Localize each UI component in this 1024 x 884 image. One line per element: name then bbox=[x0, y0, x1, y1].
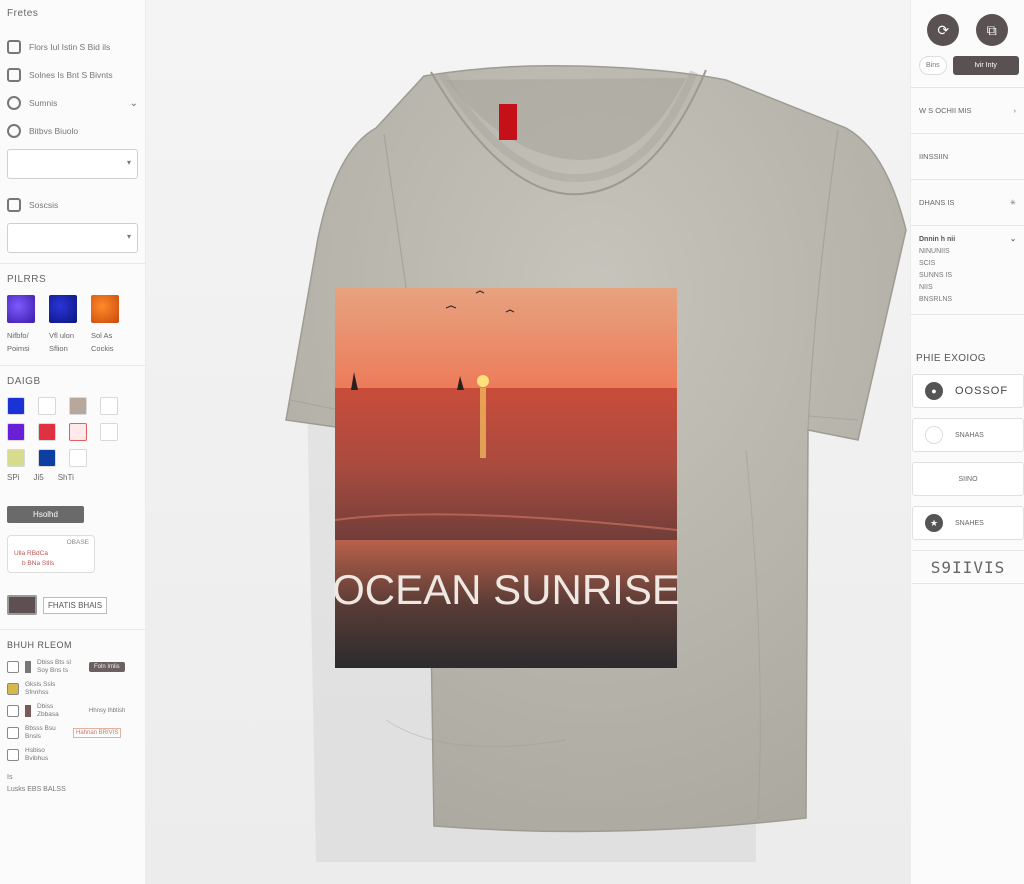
footer-text-1: Is bbox=[7, 774, 13, 781]
color-swatch-grid bbox=[7, 397, 138, 467]
caret-down-icon: ▾ bbox=[126, 232, 131, 241]
pattern-swatch-3[interactable] bbox=[91, 295, 119, 323]
right-row-3[interactable]: DHANS IS ✳ bbox=[911, 179, 1024, 225]
globe-icon bbox=[7, 96, 21, 110]
list-item[interactable]: SUNNS IS bbox=[919, 270, 1016, 282]
list-item[interactable]: NINUNIIS bbox=[919, 246, 1016, 258]
list-item[interactable]: BNSRLNS bbox=[919, 294, 1016, 306]
list-icon bbox=[7, 68, 21, 82]
layer-row[interactable]: Bbsss Bsu Bnsls Hahnan BRIVIS bbox=[7, 722, 138, 744]
layer-row[interactable]: Hsbiso Bvibhus bbox=[7, 744, 138, 766]
pattern-label-2: Vfl ulon Sflion bbox=[49, 331, 75, 353]
chip-label[interactable]: FHATIS BHAIS bbox=[43, 596, 108, 614]
total-price: S9IIVIS bbox=[912, 550, 1024, 584]
chevron-right-icon: › bbox=[1013, 106, 1017, 115]
swatch-label-3: ShTi bbox=[57, 473, 74, 482]
grid-icon bbox=[7, 198, 21, 212]
layers-title: BHUH RLEOM bbox=[7, 640, 73, 650]
color-swatch[interactable] bbox=[38, 449, 56, 467]
options-list[interactable]: Dnnin h nii ⌄ NINUNIIS SCIS SUNNS IS NIIS… bbox=[911, 225, 1024, 315]
refresh-icon[interactable]: ⟳ bbox=[927, 14, 960, 46]
print-graphic[interactable]: OCEAN SUNRISE bbox=[332, 288, 680, 668]
swatch-label-2: Ji5 bbox=[33, 473, 44, 482]
price-title: PHIE EXOIOG bbox=[916, 353, 986, 364]
patterns-title: PILRRS bbox=[7, 274, 47, 285]
checkbox[interactable] bbox=[7, 727, 19, 739]
right-sidebar: ⟳ ⧉ Bins Ivir Inty W S OCHII MIS › IINSSI… bbox=[910, 0, 1024, 884]
pattern-swatch-1[interactable] bbox=[7, 295, 35, 323]
filter-2[interactable]: Solnes Is Bnt S Bivnts bbox=[7, 61, 138, 89]
share-icon[interactable]: ⧉ bbox=[975, 14, 1008, 46]
filter-1[interactable]: Flors Iul Istin S Bid ils bbox=[7, 33, 138, 61]
color-swatch[interactable] bbox=[69, 397, 87, 415]
price-option-4[interactable]: ★ SNAHES bbox=[912, 506, 1024, 540]
radio-icon bbox=[925, 426, 943, 444]
radio-icon: ★ bbox=[925, 514, 943, 532]
segment-2[interactable]: Ivir Inty bbox=[952, 56, 1019, 75]
checkbox[interactable] bbox=[7, 749, 19, 761]
price-option-3[interactable]: SIINO bbox=[912, 462, 1024, 496]
print-text: OCEAN SUNRISE bbox=[332, 566, 680, 613]
right-row-1[interactable]: W S OCHII MIS › bbox=[911, 87, 1024, 133]
filter-5[interactable]: Soscsis bbox=[7, 191, 138, 219]
pattern-label-1: Nifbfo/ Poimsi bbox=[7, 331, 30, 353]
filter-3[interactable]: Sumnis ⌄ bbox=[7, 89, 138, 117]
dropdown-2[interactable]: ▾ bbox=[7, 223, 138, 253]
color-swatch[interactable] bbox=[7, 423, 25, 441]
list-head: Dnnin h nii bbox=[919, 236, 956, 243]
color-swatch[interactable] bbox=[38, 423, 56, 441]
dropdown-1[interactable]: ▾ bbox=[7, 149, 138, 179]
layer-row[interactable]: Gksls Ssls Sfnnhss bbox=[7, 678, 138, 700]
radio-icon: ● bbox=[925, 382, 943, 400]
grid-icon bbox=[7, 40, 21, 54]
right-row-2[interactable]: IINSSIIN bbox=[911, 133, 1024, 179]
color-chip[interactable] bbox=[7, 595, 37, 615]
caret-down-icon: ▾ bbox=[126, 158, 131, 167]
price-option-2[interactable]: SNAHAS bbox=[912, 418, 1024, 452]
list-item[interactable]: NIIS bbox=[919, 282, 1016, 294]
filter-4[interactable]: Bitbvs Biuolo bbox=[7, 117, 138, 145]
design-canvas[interactable]: OCEAN SUNRISE bbox=[146, 0, 910, 884]
chevron-down-icon: ⌄ bbox=[1010, 236, 1016, 243]
color-swatch[interactable] bbox=[100, 423, 118, 441]
apply-button[interactable]: Hsolhd bbox=[7, 506, 84, 523]
color-swatch[interactable] bbox=[7, 397, 25, 415]
tag-label bbox=[499, 104, 517, 140]
layer-row[interactable]: Dbiss Zbbasa Hhnsy Ihbtish bbox=[7, 700, 138, 722]
footer-text-2: Lusks EBS BALSS bbox=[7, 786, 66, 793]
checkbox[interactable] bbox=[7, 661, 19, 673]
color-swatch[interactable] bbox=[69, 449, 87, 467]
pattern-label-3: Sol As Cockis bbox=[91, 331, 114, 353]
list-item[interactable]: SCIS bbox=[919, 258, 1016, 270]
preview-card[interactable]: OBASE Ulla RBdCa b BNa Stlls bbox=[7, 535, 95, 573]
tshirt-mockup: OCEAN SUNRISE bbox=[285, 64, 907, 862]
swatch-label-1: SPi bbox=[7, 473, 20, 482]
filters-title: Fretes bbox=[7, 8, 39, 19]
segment-1[interactable]: Bins bbox=[919, 56, 947, 75]
color-swatch[interactable] bbox=[100, 397, 118, 415]
loading-icon: ✳ bbox=[1009, 198, 1016, 207]
price-option-1[interactable]: ● OOSSOF bbox=[912, 374, 1024, 408]
chevron-down-icon: ⌄ bbox=[129, 97, 138, 109]
globe-icon bbox=[7, 124, 21, 138]
colors-title: DAIGB bbox=[7, 376, 41, 387]
checkbox[interactable] bbox=[7, 683, 19, 695]
left-sidebar: Fretes Flors Iul Istin S Bid ils Solnes … bbox=[0, 0, 146, 884]
checkbox[interactable] bbox=[7, 705, 19, 717]
color-swatch[interactable] bbox=[69, 423, 87, 441]
pattern-swatch-2[interactable] bbox=[49, 295, 77, 323]
color-swatch[interactable] bbox=[38, 397, 56, 415]
color-swatch[interactable] bbox=[7, 449, 25, 467]
layer-row[interactable]: Dbiss Bts sl Soy Bns ts Foln Imlis bbox=[7, 656, 138, 678]
